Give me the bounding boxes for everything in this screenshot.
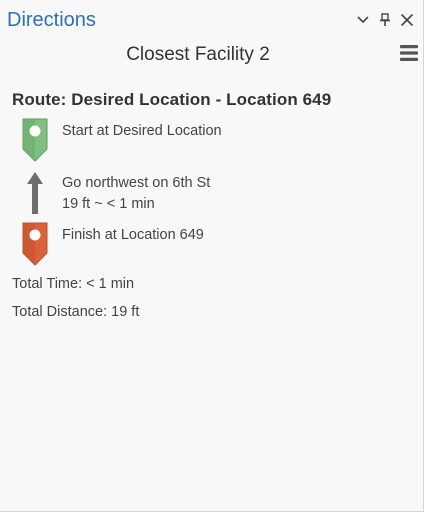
direction-step-finish[interactable]: Finish at Location 649 — [0, 220, 424, 270]
chevron-down-icon[interactable] — [355, 10, 371, 30]
up-arrow-icon — [20, 170, 50, 218]
step-text: Go northwest on 6th St — [62, 175, 211, 191]
orange-finish-pin-icon — [20, 220, 50, 268]
route-title: Route: Desired Location - Location 649 — [12, 90, 332, 109]
green-start-pin-icon — [20, 116, 50, 164]
step-text: Finish at Location 649 — [62, 227, 204, 243]
close-icon[interactable] — [399, 10, 415, 30]
step-text: Start at Desired Location — [62, 123, 222, 139]
total-time: Total Time: < 1 min — [12, 276, 135, 292]
pane-titlebar: Directions — [0, 0, 424, 42]
step-subtext: 19 ft ~ < 1 min — [62, 196, 155, 212]
direction-step-go[interactable]: Go northwest on 6th St 19 ft ~ < 1 min — [0, 168, 424, 218]
pane-title: Directions — [7, 9, 96, 31]
total-distance: Total Distance: 19 ft — [12, 304, 140, 320]
facility-header: Closest Facility 2 — [0, 42, 424, 72]
hamburger-menu-icon[interactable] — [398, 42, 420, 64]
direction-step-start[interactable]: Start at Desired Location — [0, 116, 424, 166]
pane-window-buttons — [355, 10, 415, 30]
facility-title: Closest Facility 2 — [126, 44, 270, 65]
pin-icon[interactable] — [377, 10, 393, 30]
directions-pane: Directions Closest Facility 2 Route: Des… — [0, 0, 424, 512]
